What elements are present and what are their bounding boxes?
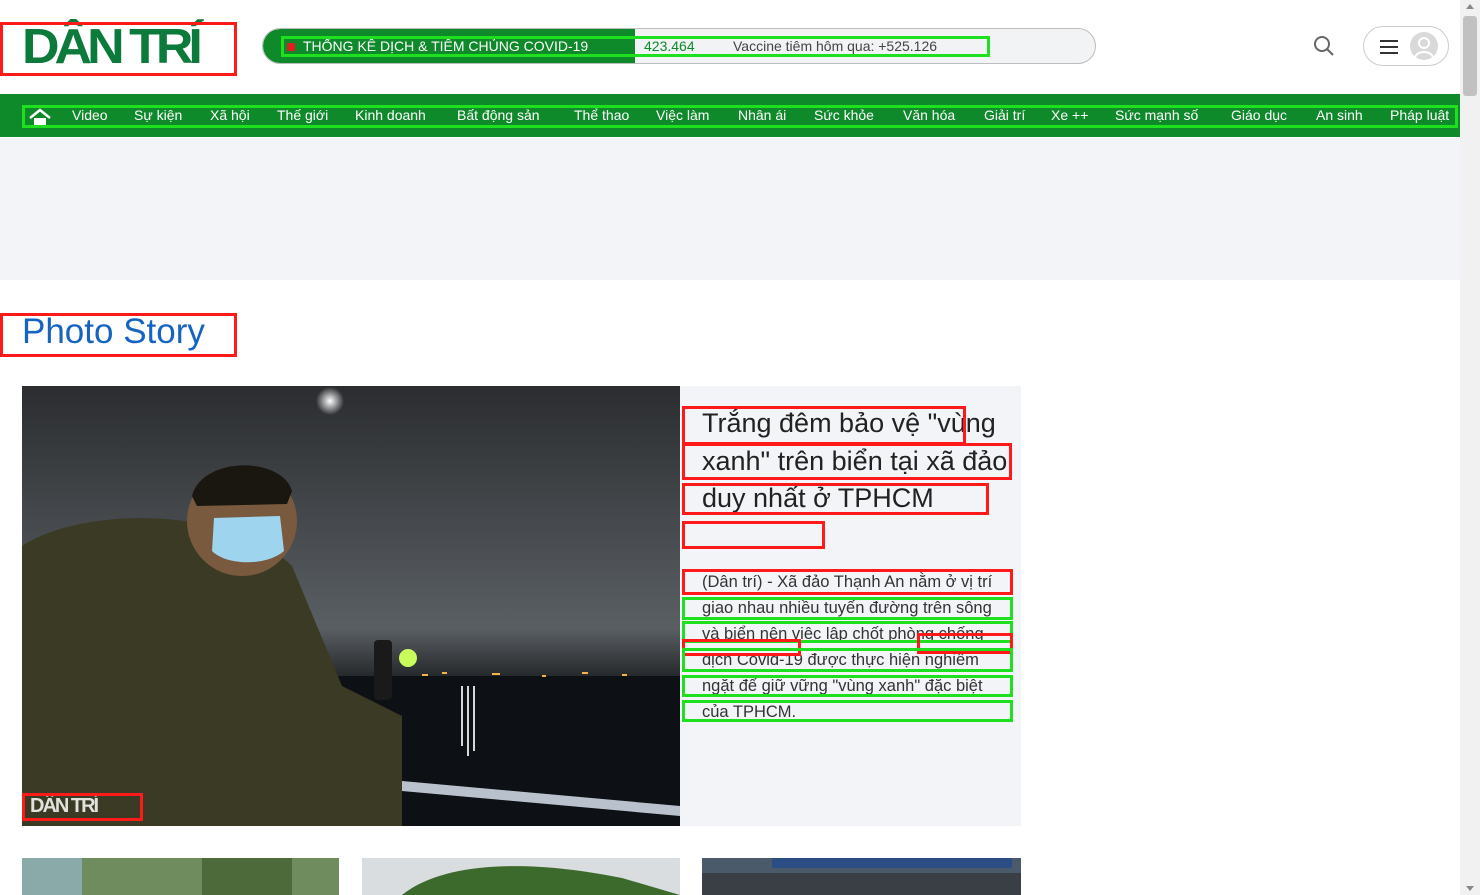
live-dot-icon [287,43,295,51]
nav-item-giai-tri[interactable]: Giải trí [984,107,1025,123]
story-thumbnail[interactable] [362,858,680,895]
nav-item-nhan-ai[interactable]: Nhân ái [738,107,786,123]
scroll-up-icon[interactable] [1466,4,1474,9]
nav-item-giao-duc[interactable]: Giáo dục [1231,107,1287,123]
nav-item-suc-manh-so[interactable]: Sức mạnh số [1115,107,1198,123]
page-scrollbar[interactable] [1460,0,1480,895]
category-nav: Video Sự kiện Xã hội Thế giới Kinh doanh… [0,94,1460,137]
nav-item-van-hoa[interactable]: Văn hóa [903,107,955,123]
nav-item-the-thao[interactable]: Thể thao [574,107,629,123]
nav-item-xe[interactable]: Xe ++ [1051,107,1088,123]
nav-item-video[interactable]: Video [72,107,108,123]
story-thumbnail[interactable] [22,858,339,895]
hero-photo[interactable]: DÂN TRÍ [22,386,680,826]
story-thumbnail[interactable] [702,858,1021,895]
nav-item-xa-hoi[interactable]: Xã hội [210,107,250,123]
user-avatar-icon [1410,32,1438,60]
nav-item-phap-luat[interactable]: Pháp luật [1390,107,1449,123]
hero-summary: (Dân trí) - Xã đảo Thạnh An nằm ở vị trí… [702,573,993,721]
hamburger-menu-icon [1380,40,1398,54]
dantri-logo[interactable]: DÂN TRÍ [22,22,222,71]
scroll-down-icon[interactable] [1466,886,1474,891]
ad-banner-area [0,138,1460,280]
nav-item-bat-dong-san[interactable]: Bất động sản [457,107,540,123]
watermark-logo: DÂN TRÍ [30,795,99,817]
scrollbar-thumb[interactable] [1463,16,1477,96]
search-icon[interactable] [1312,34,1336,58]
hero-title[interactable]: Trắng đêm bảo vệ "vùng xanh" trên biển t… [702,405,1012,518]
nav-item-an-sinh[interactable]: An sinh [1316,107,1363,123]
nav-item-viec-lam[interactable]: Việc làm [656,107,709,123]
nav-item-su-kien[interactable]: Sự kiện [134,107,182,123]
vaccine-today: Vaccine tiêm hôm qua: +525.126 [733,38,938,54]
menu-button[interactable] [1363,26,1449,66]
section-title[interactable]: Photo Story [22,312,205,352]
nav-item-kinh-doanh[interactable]: Kinh doanh [355,107,426,123]
nav-item-the-gioi[interactable]: Thế giới [277,107,328,123]
nav-item-suc-khoe[interactable]: Sức khỏe [814,107,874,123]
covid-title: THỐNG KÊ DỊCH & TIÊM CHỦNG COVID-19 [303,38,589,54]
home-icon[interactable] [28,108,52,126]
covid-stats-bar[interactable]: THỐNG KÊ DỊCH & TIÊM CHỦNG COVID-19 423.… [262,28,1096,64]
covid-count: 423.464 [644,38,695,54]
